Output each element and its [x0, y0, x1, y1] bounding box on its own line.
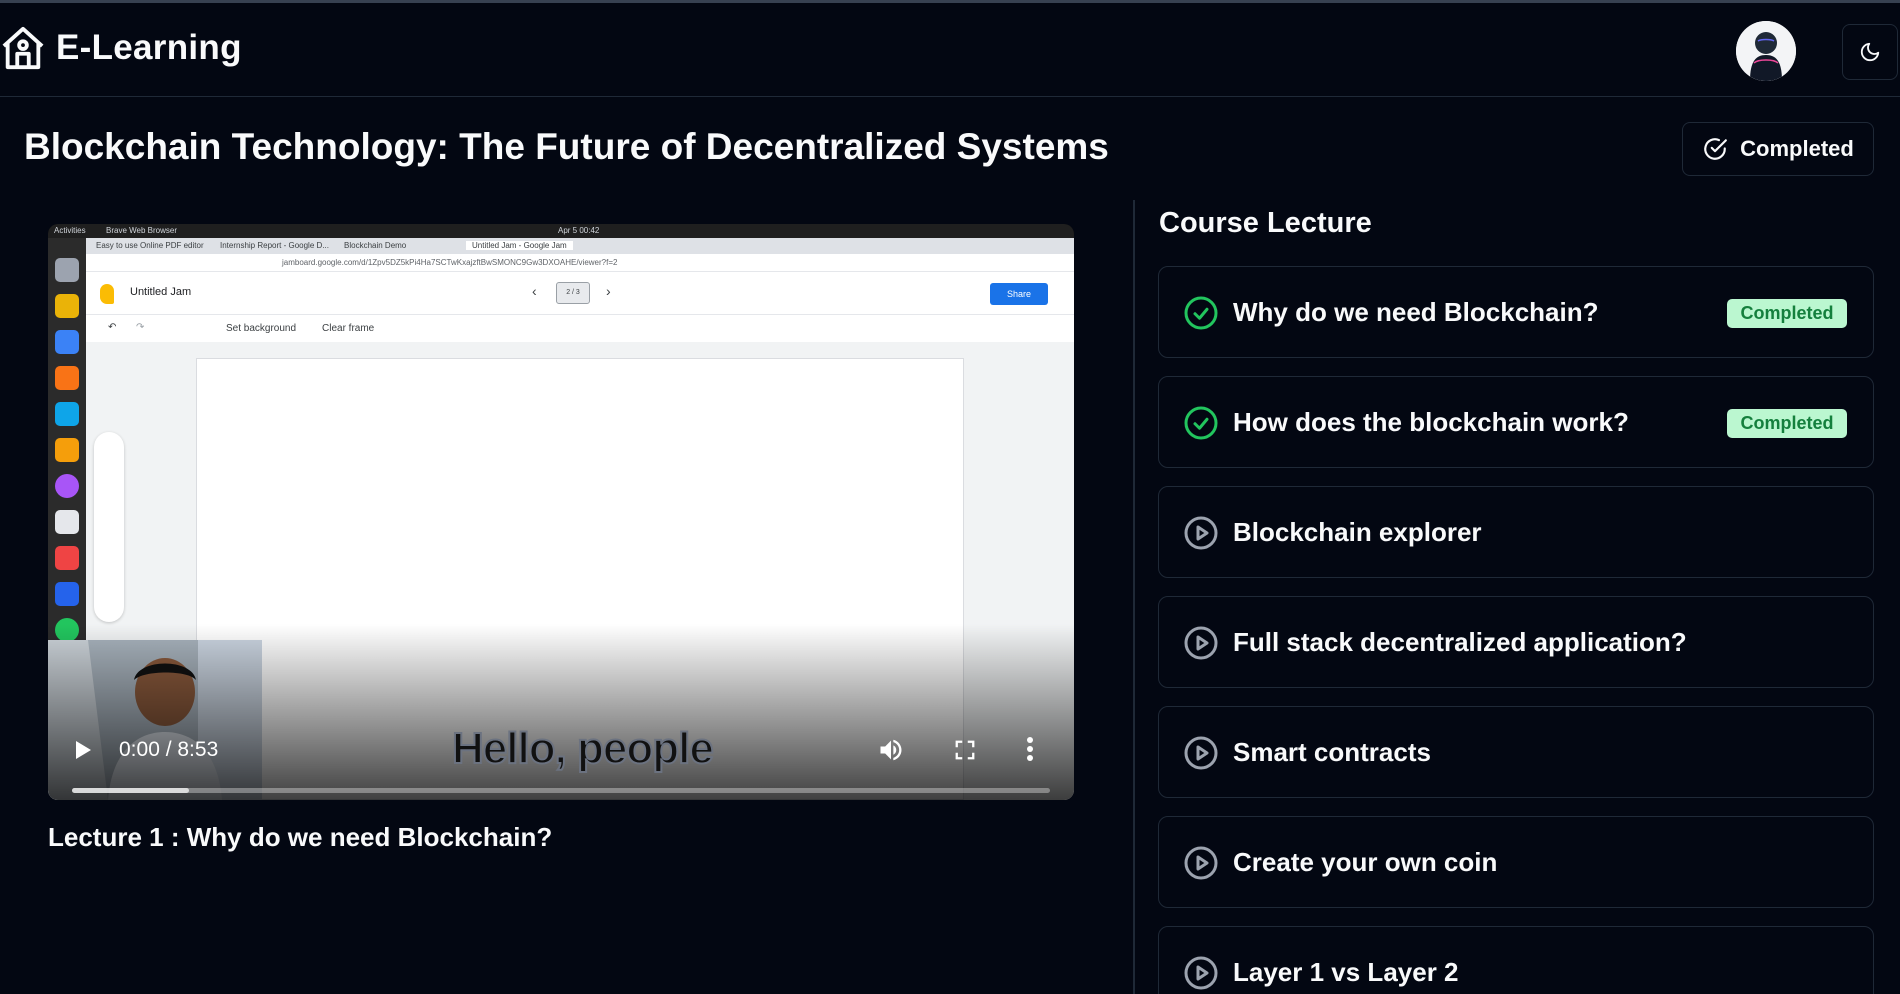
play-circle-icon	[1184, 956, 1218, 990]
zoom-icon	[55, 582, 79, 606]
jamboard-header: Untitled Jam ‹ 2 / 3 › Share	[86, 272, 1074, 314]
more-vertical-icon	[1027, 737, 1033, 761]
lecture-item-title: Layer 1 vs Layer 2	[1233, 957, 1459, 987]
current-lecture-title: Lecture 1 : Why do we need Blockchain?	[48, 822, 553, 852]
more-options-button[interactable]	[1026, 736, 1034, 767]
video-time: 0:00 / 8:53	[119, 738, 219, 761]
fullscreen-icon	[955, 740, 975, 760]
completed-badge: Completed	[1727, 409, 1847, 438]
lecture-item-title: Full stack decentralized application?	[1233, 627, 1687, 657]
top-nav: E-Learning	[0, 3, 1900, 97]
files-icon	[55, 258, 79, 282]
app-name: E-Learning	[56, 28, 242, 67]
play-button[interactable]	[74, 740, 92, 765]
play-circle-icon	[1184, 516, 1218, 550]
jamboard-tools	[94, 432, 124, 622]
course-completed-label: Completed	[1740, 136, 1854, 161]
lecture-item[interactable]: Blockchain explorer	[1158, 486, 1874, 578]
lecture-item[interactable]: Full stack decentralized application?	[1158, 596, 1874, 688]
video-screen-tab: Easy to use Online PDF editor	[96, 241, 204, 250]
jamboard-doc-title: Untitled Jam	[130, 286, 192, 298]
music-icon	[55, 294, 79, 318]
check-circle-icon	[1184, 296, 1218, 330]
course-completed-button[interactable]: Completed	[1682, 122, 1874, 176]
course-lecture-heading: Course Lecture	[1159, 207, 1372, 239]
theme-toggle-button[interactable]	[1842, 24, 1898, 80]
video-screen-tabs: Easy to use Online PDF editor Internship…	[86, 238, 1074, 254]
avatar[interactable]	[1736, 21, 1796, 81]
video-progress-buffered	[72, 788, 190, 793]
docs-icon	[55, 330, 79, 354]
play-circle-icon	[1184, 626, 1218, 660]
video-screen-tab: Blockchain Demo	[344, 241, 407, 250]
jamboard-clear-frame: Clear frame	[322, 323, 375, 334]
sublime-icon	[55, 438, 79, 462]
jamboard-frame-indicator: 2 / 3	[556, 282, 590, 304]
lecture-item[interactable]: Smart contracts	[1158, 706, 1874, 798]
video-screen-topbar: Activities Brave Web Browser Apr 5 00:42	[48, 224, 1074, 238]
course-title: Blockchain Technology: The Future of Dec…	[24, 126, 1109, 167]
video-screen-tab-active: Untitled Jam - Google Jam	[466, 241, 573, 250]
lecture-item-title: Smart contracts	[1233, 737, 1431, 767]
editor-icon	[55, 510, 79, 534]
video-progress-bar[interactable]	[72, 788, 1050, 793]
jamboard-prev-icon: ‹	[532, 283, 537, 299]
moon-icon	[1860, 42, 1880, 62]
volume-icon	[880, 739, 902, 761]
play-circle-icon	[1184, 846, 1218, 880]
video-screen-url: jamboard.google.com/d/1Zpv5DZ5kPi4Ha7SCT…	[282, 258, 618, 267]
vertical-divider	[1133, 200, 1135, 994]
fullscreen-button[interactable]	[954, 739, 976, 766]
video-screen-tab: Internship Report - Google D...	[220, 241, 329, 250]
video-controls: 0:00 / 8:53	[48, 714, 1074, 800]
check-circle-icon	[1184, 406, 1218, 440]
jamboard-set-background: Set background	[226, 323, 297, 334]
check-circle-icon	[1704, 138, 1728, 160]
lecture-item[interactable]: Layer 1 vs Layer 2	[1158, 926, 1874, 994]
video-screen-urlbar: jamboard.google.com/d/1Zpv5DZ5kPi4Ha7SCT…	[86, 254, 1074, 272]
video-screen-activities: Activities	[54, 226, 86, 235]
lecture-item[interactable]: Why do we need Blockchain? Completed	[1158, 266, 1874, 358]
jamboard-share-button: Share	[990, 283, 1048, 305]
lecture-item[interactable]: How does the blockchain work? Completed	[1158, 376, 1874, 468]
video-screen-browser-label: Brave Web Browser	[106, 226, 177, 235]
volume-button[interactable]	[877, 736, 905, 769]
github-icon	[55, 474, 79, 498]
completed-badge: Completed	[1727, 299, 1847, 328]
play-circle-icon	[1184, 736, 1218, 770]
video-screen-clock: Apr 5 00:42	[558, 226, 600, 235]
lecture-item-title: How does the blockchain work?	[1233, 407, 1629, 437]
lecture-item[interactable]: Create your own coin	[1158, 816, 1874, 908]
lecture-item-title: Why do we need Blockchain?	[1233, 297, 1599, 327]
lecture-item-title: Create your own coin	[1233, 847, 1498, 877]
brave-icon	[55, 546, 79, 570]
software-icon	[55, 366, 79, 390]
vscode-icon	[55, 402, 79, 426]
video-player[interactable]: Activities Brave Web Browser Apr 5 00:42…	[48, 224, 1074, 800]
jamboard-next-icon: ›	[606, 283, 611, 299]
jamboard-toolbar: ↶ ↷ Set background Clear frame	[86, 314, 1074, 342]
jamboard-redo-icon: ↷	[136, 322, 145, 333]
lecture-item-title: Blockchain explorer	[1233, 517, 1482, 547]
home-icon	[2, 26, 44, 70]
jamboard-undo-icon: ↶	[108, 322, 117, 333]
play-icon	[76, 741, 91, 759]
jamboard-logo-icon	[100, 284, 114, 304]
app-logo[interactable]: E-Learning	[0, 25, 242, 71]
